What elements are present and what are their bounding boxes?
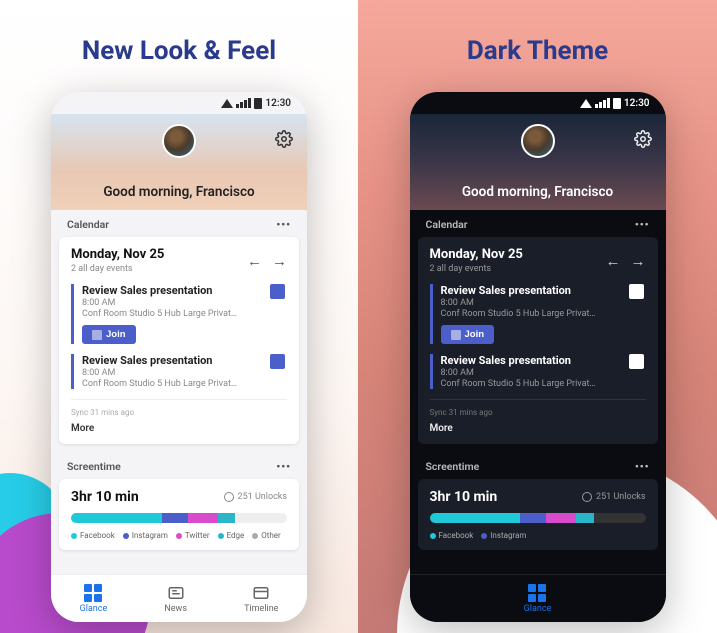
unlock-count: 251 Unlocks <box>224 492 287 502</box>
allday-count: 2 all day events <box>430 264 523 274</box>
fingerprint-icon <box>224 492 234 502</box>
wifi-icon <box>580 99 592 108</box>
phone-light: 12:30 Good morning, Francisco Calendar •… <box>51 92 307 622</box>
allday-count: 2 all day events <box>71 264 164 274</box>
gear-icon[interactable] <box>275 130 293 148</box>
gear-icon[interactable] <box>634 130 652 148</box>
greeting: Good morning, Francisco <box>51 184 307 200</box>
nav-timeline[interactable]: Timeline <box>244 584 278 614</box>
calendar-label: Calendar <box>67 218 109 231</box>
status-bar: 12:30 <box>410 92 666 114</box>
prev-day-icon[interactable]: ← <box>606 252 621 270</box>
calendar-date: Monday, Nov 25 <box>430 247 523 262</box>
glance-icon <box>528 584 546 602</box>
battery-icon <box>613 98 621 109</box>
timeline-icon <box>252 584 270 602</box>
calendar-date: Monday, Nov 25 <box>71 247 164 262</box>
screentime-legend: FacebookInstagram <box>430 531 646 540</box>
avatar[interactable] <box>162 124 196 158</box>
screentime-label: Screentime <box>67 460 121 473</box>
teams-icon <box>270 284 285 299</box>
signal-icon <box>236 98 251 108</box>
calendar-event[interactable]: Review Sales presentation 8:00 AM Conf R… <box>71 354 287 389</box>
avatar[interactable] <box>521 124 555 158</box>
glance-icon <box>84 584 102 602</box>
sync-status: Sync 31 mins ago <box>71 399 287 417</box>
teams-icon <box>629 354 644 369</box>
screentime-card: 3hr 10 min 251 Unlocks FacebookInstagram… <box>59 479 299 550</box>
next-day-icon[interactable]: → <box>272 252 287 270</box>
header: Good morning, Francisco <box>51 114 307 210</box>
nav-glance[interactable]: Glance <box>524 584 552 614</box>
unlock-count: 251 Unlocks <box>582 492 645 502</box>
greeting: Good morning, Francisco <box>410 184 666 200</box>
join-button[interactable]: Join <box>82 325 136 344</box>
calendar-card: Monday, Nov 25 2 all day events ← → Revi… <box>59 237 299 444</box>
teams-icon <box>270 354 285 369</box>
screentime-card: 3hr 10 min 251 Unlocks FacebookInstagram <box>418 479 658 550</box>
screentime-total: 3hr 10 min <box>430 489 498 505</box>
calendar-label: Calendar <box>426 218 468 231</box>
news-icon <box>167 584 185 602</box>
bottom-nav: Glance <box>410 574 666 622</box>
calendar-card: Monday, Nov 25 2 all day events ← → Revi… <box>418 237 658 444</box>
status-time: 12:30 <box>265 98 291 109</box>
battery-icon <box>254 98 262 109</box>
headline-left: New Look & Feel <box>0 36 358 66</box>
calendar-menu-icon[interactable]: ••• <box>635 218 650 231</box>
screentime-bar <box>71 513 287 523</box>
teams-icon <box>629 284 644 299</box>
screentime-menu-icon[interactable]: ••• <box>635 460 650 473</box>
nav-glance[interactable]: Glance <box>80 584 108 614</box>
next-day-icon[interactable]: → <box>631 252 646 270</box>
screentime-bar <box>430 513 646 523</box>
phone-dark: 12:30 Good morning, Francisco Calendar •… <box>410 92 666 622</box>
status-time: 12:30 <box>624 98 650 109</box>
screentime-menu-icon[interactable]: ••• <box>276 460 291 473</box>
status-bar: 12:30 <box>51 92 307 114</box>
header: Good morning, Francisco <box>410 114 666 210</box>
fingerprint-icon <box>582 492 592 502</box>
sync-status: Sync 31 mins ago <box>430 399 646 417</box>
calendar-event[interactable]: Review Sales presentation 8:00 AM Conf R… <box>71 284 287 344</box>
screentime-legend: FacebookInstagramTwitterEdgeOther <box>71 531 287 540</box>
more-link[interactable]: More <box>71 423 287 434</box>
more-link[interactable]: More <box>430 423 646 434</box>
join-button[interactable]: Join <box>441 325 495 344</box>
headline-right: Dark Theme <box>358 36 717 66</box>
prev-day-icon[interactable]: ← <box>247 252 262 270</box>
signal-icon <box>595 98 610 108</box>
wifi-icon <box>221 99 233 108</box>
bottom-nav: Glance News Timeline <box>51 574 307 622</box>
calendar-event[interactable]: Review Sales presentation 8:00 AM Conf R… <box>430 354 646 389</box>
screentime-total: 3hr 10 min <box>71 489 139 505</box>
calendar-event[interactable]: Review Sales presentation 8:00 AM Conf R… <box>430 284 646 344</box>
nav-news[interactable]: News <box>164 584 187 614</box>
screentime-label: Screentime <box>426 460 480 473</box>
calendar-menu-icon[interactable]: ••• <box>276 218 291 231</box>
teams-join-icon <box>451 330 461 340</box>
teams-join-icon <box>92 330 102 340</box>
